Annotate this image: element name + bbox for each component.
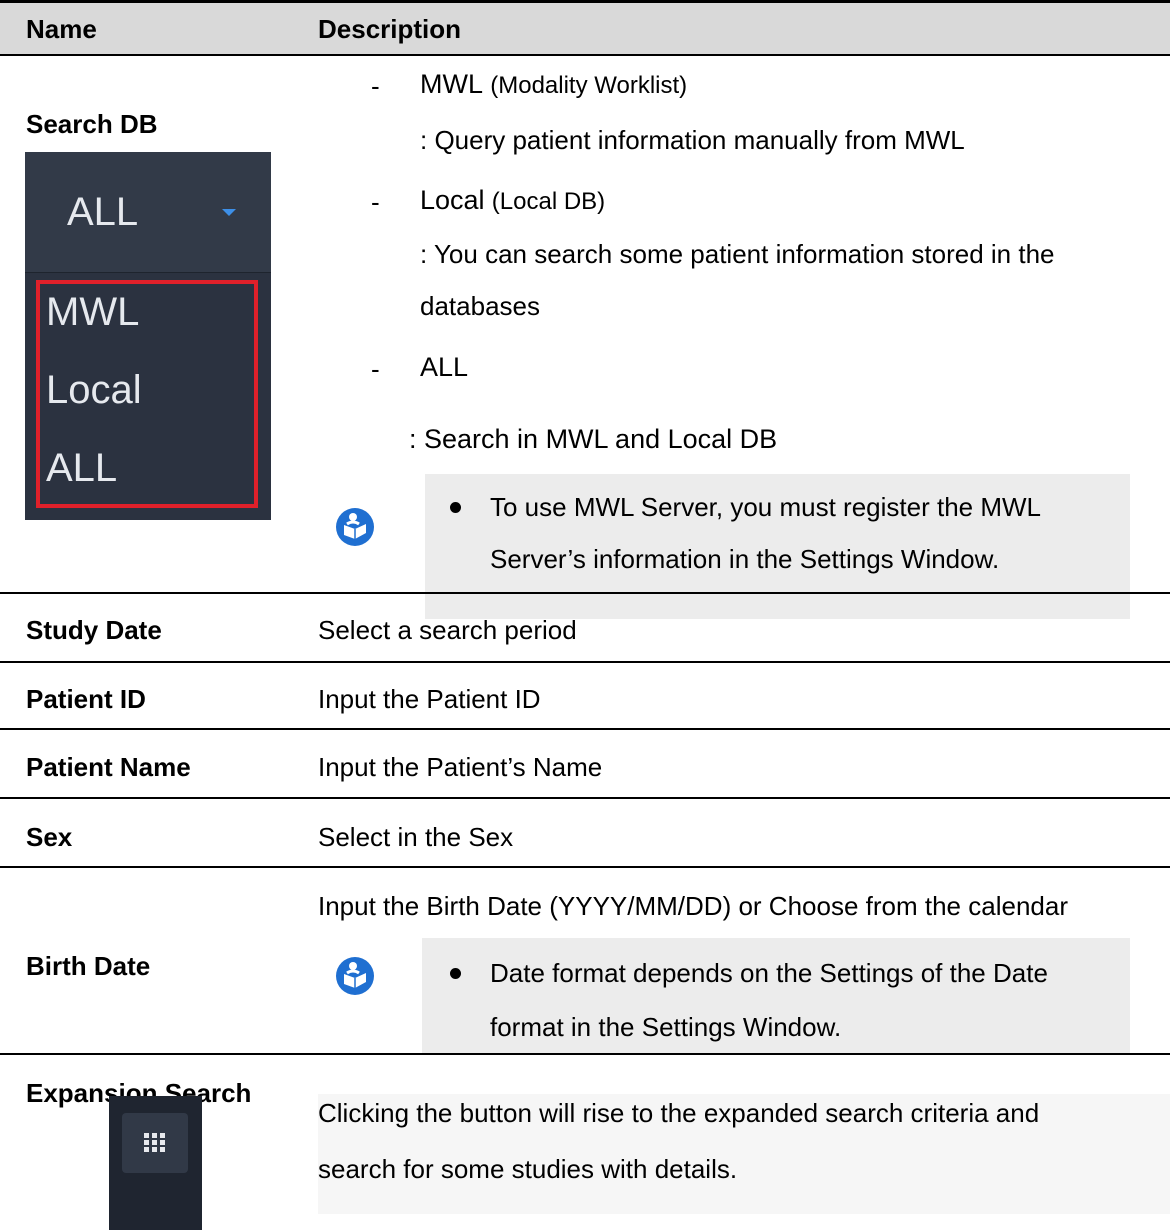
item-all-desc: : Search in MWL and Local DB [409,424,778,454]
row-name-search-db: Search DB [26,109,158,139]
table-header [0,0,1170,56]
col-name-header: Name [26,14,97,44]
search-db-dropdown[interactable]: ALL MWL Local ALL [25,152,271,520]
dropdown-option-local[interactable]: Local [46,368,142,413]
item-all-title: ALL [420,352,469,382]
item-mwl-title: MWL (Modality Worklist) [420,69,688,99]
note-date-line-2: format in the Settings Window. [490,1012,842,1042]
dropdown-options-highlight: MWL Local ALL [36,280,258,508]
item-mwl-desc: : Query patient information manually fro… [420,125,965,155]
chevron-down-icon [222,209,236,216]
dash-mwl: - [371,71,380,101]
bullet-dot [450,968,461,979]
row-name-sex: Sex [26,822,73,852]
note-mwl-line-2: Server’s information in the Settings Win… [490,544,1000,574]
row-name-patient-name: Patient Name [26,752,191,782]
row-divider [0,592,1170,594]
item-local-title: Local (Local DB) [420,185,606,215]
col-description-header: Description [318,14,462,44]
dropdown-option-mwl[interactable]: MWL [46,290,139,335]
dropdown-selected[interactable]: ALL [25,152,271,273]
row-name-birth-date: Birth Date [26,951,151,981]
dropdown-option-all[interactable]: ALL [46,446,117,491]
item-local-desc-2: databases [420,291,540,321]
row-name-patient-id: Patient ID [26,684,146,714]
bullet-dot [450,502,461,513]
row-divider [0,728,1170,730]
note-mwl-line-1: To use MWL Server, you must register the… [490,492,1041,522]
dash-local: - [371,187,380,217]
dash-all: - [371,354,380,384]
note-date-line-1: Date format depends on the Settings of t… [490,958,1048,988]
dropdown-selected-value: ALL [67,190,139,234]
row-desc-expansion-2: search for some studies with details. [318,1154,738,1184]
row-desc-patient-name: Input the Patient’s Name [318,752,603,782]
row-desc-expansion-1: Clicking the button will rise to the exp… [318,1098,1040,1128]
item-local-desc-1: : You can search some patient informatio… [420,239,1055,269]
row-divider [0,1053,1170,1055]
row-divider [0,866,1170,868]
row-divider [0,661,1170,663]
expansion-search-button[interactable] [109,1096,202,1230]
row-desc-patient-id: Input the Patient ID [318,684,541,714]
row-desc-study-date: Select a search period [318,615,577,645]
row-desc-sex: Select in the Sex [318,822,514,852]
row-desc-birth-date: Input the Birth Date (YYYY/MM/DD) or Cho… [318,891,1068,921]
row-divider [0,797,1170,799]
manual-reading-icon [336,957,374,995]
row-name-study-date: Study Date [26,615,162,645]
grid-icon [122,1113,188,1173]
manual-reading-icon [336,508,374,546]
